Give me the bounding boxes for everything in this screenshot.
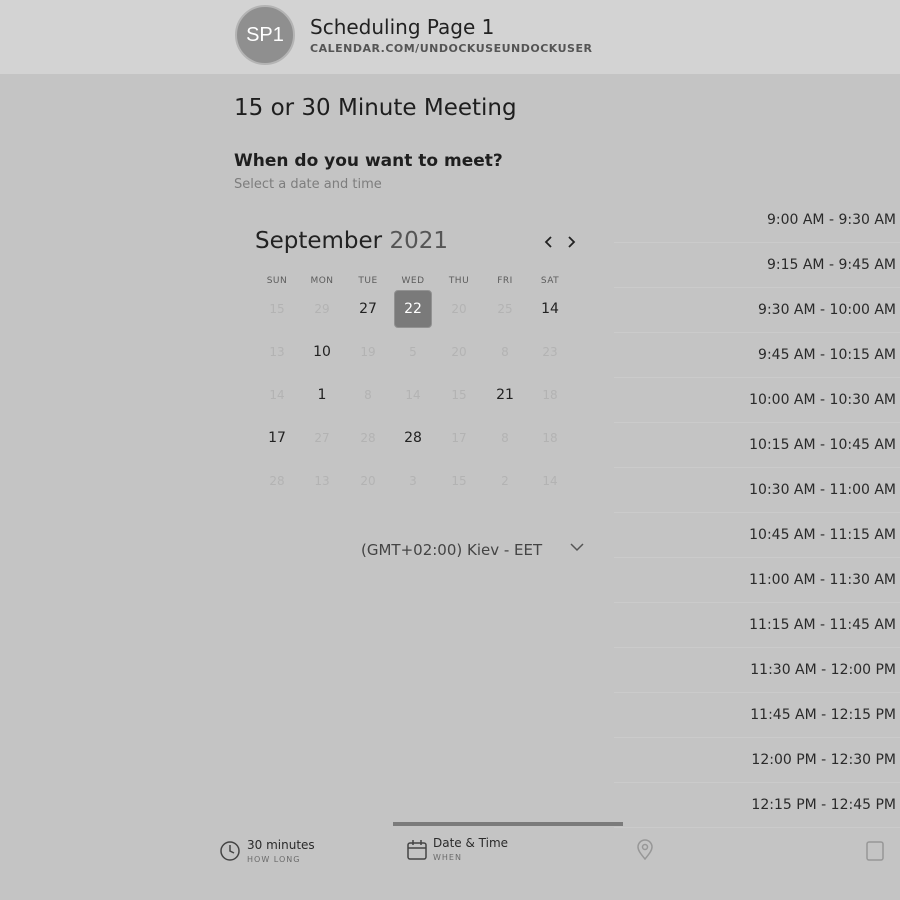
calendar-month-year: September 2021: [255, 228, 448, 254]
time-slot-label: 12:00 PM - 12:30 PM: [751, 752, 896, 768]
calendar-day-unavailable: 14: [542, 474, 558, 488]
time-slot-label: 11:15 AM - 11:45 AM: [749, 617, 896, 633]
time-slot[interactable]: 11:00 AM - 11:30 AM: [614, 558, 900, 603]
time-slot-label: 9:30 AM - 10:00 AM: [758, 302, 896, 318]
time-slot[interactable]: 11:30 AM - 12:00 PM: [614, 648, 900, 693]
calendar-month: September: [255, 228, 383, 254]
calendar-day-available[interactable]: 10: [303, 333, 341, 371]
calendar-day-unavailable: 13: [269, 345, 285, 359]
calendar-day-unavailable: 17: [451, 431, 467, 445]
calendar-day-unavailable: 19: [360, 345, 376, 359]
calendar-day-available[interactable]: 14: [531, 290, 569, 328]
previous-month-button[interactable]: [540, 232, 558, 252]
chevron-right-icon: [568, 236, 576, 248]
time-slot[interactable]: 9:30 AM - 10:00 AM: [614, 288, 900, 333]
scheduling-page-name: Scheduling Page 1: [310, 15, 495, 39]
step-date-time-sub: WHEN: [433, 853, 462, 862]
time-slot-label: 9:15 AM - 9:45 AM: [766, 257, 896, 273]
calendar-day-unavailable: 20: [451, 345, 467, 359]
weekday-label: THU: [448, 276, 470, 286]
time-slot[interactable]: 10:30 AM - 11:00 AM: [614, 468, 900, 513]
time-slot[interactable]: 11:15 AM - 11:45 AM: [614, 603, 900, 648]
time-slot-label: 11:00 AM - 11:30 AM: [749, 572, 896, 588]
calendar-day-available[interactable]: 21: [486, 376, 524, 414]
calendar-day-unavailable: 13: [314, 474, 330, 488]
time-slot[interactable]: 9:00 AM - 9:30 AM: [614, 198, 900, 243]
weekday-label: TUE: [358, 276, 378, 286]
time-slot-label: 10:15 AM - 10:45 AM: [749, 437, 896, 453]
calendar-day-available[interactable]: 28: [394, 419, 432, 457]
next-month-button[interactable]: [562, 232, 580, 252]
calendar-day-available[interactable]: 27: [349, 290, 387, 328]
calendar-day-available[interactable]: 17: [258, 419, 296, 457]
time-slot[interactable]: 12:15 PM - 12:45 PM: [614, 783, 900, 828]
calendar-day-unavailable: 20: [360, 474, 376, 488]
booking-steps-footer: 30 minutes HOW LONG Date & Time WHEN: [0, 824, 900, 900]
header-bar: SP1 Scheduling Page 1 CALENDAR.COM/UNDOC…: [0, 0, 900, 74]
time-slot-label: 9:45 AM - 10:15 AM: [758, 347, 896, 363]
calendar-day-unavailable: 28: [360, 431, 376, 445]
calendar-day-unavailable: 18: [542, 388, 558, 402]
calendar-day-unavailable: 2: [501, 474, 509, 488]
calendar-day-available[interactable]: 1: [303, 376, 341, 414]
step-duration-sub: HOW LONG: [247, 855, 301, 864]
avatar: SP1: [235, 5, 295, 65]
weekday-label: MON: [310, 276, 334, 286]
step-date-time-label: Date & Time: [433, 836, 509, 850]
chevron-down-icon[interactable]: [570, 540, 584, 556]
weekday-label: WED: [401, 276, 425, 286]
calendar-day-unavailable: 15: [451, 388, 467, 402]
calendar-day-selected[interactable]: 22: [394, 290, 432, 328]
calendar-day-unavailable: 8: [501, 345, 509, 359]
calendar-day-unavailable: 29: [314, 302, 330, 316]
time-slot[interactable]: 11:45 AM - 12:15 PM: [614, 693, 900, 738]
time-slot[interactable]: 9:45 AM - 10:15 AM: [614, 333, 900, 378]
date-time-hint: Select a date and time: [234, 177, 382, 192]
time-slot-list[interactable]: 9:00 AM - 9:30 AM 9:15 AM - 9:45 AM 9:30 A…: [614, 198, 900, 828]
calendar-day-unavailable: 18: [542, 431, 558, 445]
document-icon: [866, 841, 884, 861]
step-duration-label: 30 minutes: [247, 838, 315, 852]
meeting-question: When do you want to meet?: [234, 151, 503, 171]
time-slot-label: 12:15 PM - 12:45 PM: [751, 797, 896, 813]
time-slot[interactable]: 9:15 AM - 9:45 AM: [614, 243, 900, 288]
calendar-day-unavailable: 14: [269, 388, 285, 402]
location-pin-icon: [637, 839, 653, 861]
time-slot-label: 10:30 AM - 11:00 AM: [749, 482, 896, 498]
time-slot-label: 10:45 AM - 11:15 AM: [749, 527, 896, 543]
calendar-day-unavailable: 3: [409, 474, 417, 488]
calendar-day-unavailable: 15: [451, 474, 467, 488]
time-slot[interactable]: 10:00 AM - 10:30 AM: [614, 378, 900, 423]
scheduling-page-url[interactable]: CALENDAR.COM/UNDOCKUSEUNDOCKUSER: [310, 42, 592, 55]
time-slot-label: 10:00 AM - 10:30 AM: [749, 392, 896, 408]
calendar-day-unavailable: 8: [364, 388, 372, 402]
clock-icon: [220, 841, 240, 861]
time-slot-label: 11:30 AM - 12:00 PM: [750, 662, 896, 678]
timezone-select[interactable]: (GMT+02:00) Kiev - EET: [361, 541, 542, 559]
calendar-day-unavailable: 27: [314, 431, 330, 445]
meeting-title: 15 or 30 Minute Meeting: [234, 95, 517, 121]
calendar-icon: [407, 840, 427, 860]
calendar-day-unavailable: 15: [269, 302, 285, 316]
time-slot[interactable]: 10:45 AM - 11:15 AM: [614, 513, 900, 558]
calendar-day-unavailable: 8: [501, 431, 509, 445]
weekday-label: SAT: [540, 276, 560, 286]
chevron-left-icon: [544, 236, 552, 248]
time-slot[interactable]: 12:00 PM - 12:30 PM: [614, 738, 900, 783]
calendar-day-unavailable: 14: [405, 388, 421, 402]
calendar-year: 2021: [389, 228, 448, 254]
calendar-day-unavailable: 25: [497, 302, 513, 316]
weekday-label: FRI: [497, 276, 513, 286]
time-slot-label: 9:00 AM - 9:30 AM: [766, 212, 896, 228]
weekday-label: SUN: [266, 276, 288, 286]
calendar-day-unavailable: 23: [542, 345, 558, 359]
calendar-day-unavailable: 5: [409, 345, 417, 359]
calendar-day-unavailable: 20: [451, 302, 467, 316]
time-slot[interactable]: 10:15 AM - 10:45 AM: [614, 423, 900, 468]
time-slot-label: 11:45 AM - 12:15 PM: [750, 707, 896, 723]
calendar-day-unavailable: 28: [269, 474, 285, 488]
